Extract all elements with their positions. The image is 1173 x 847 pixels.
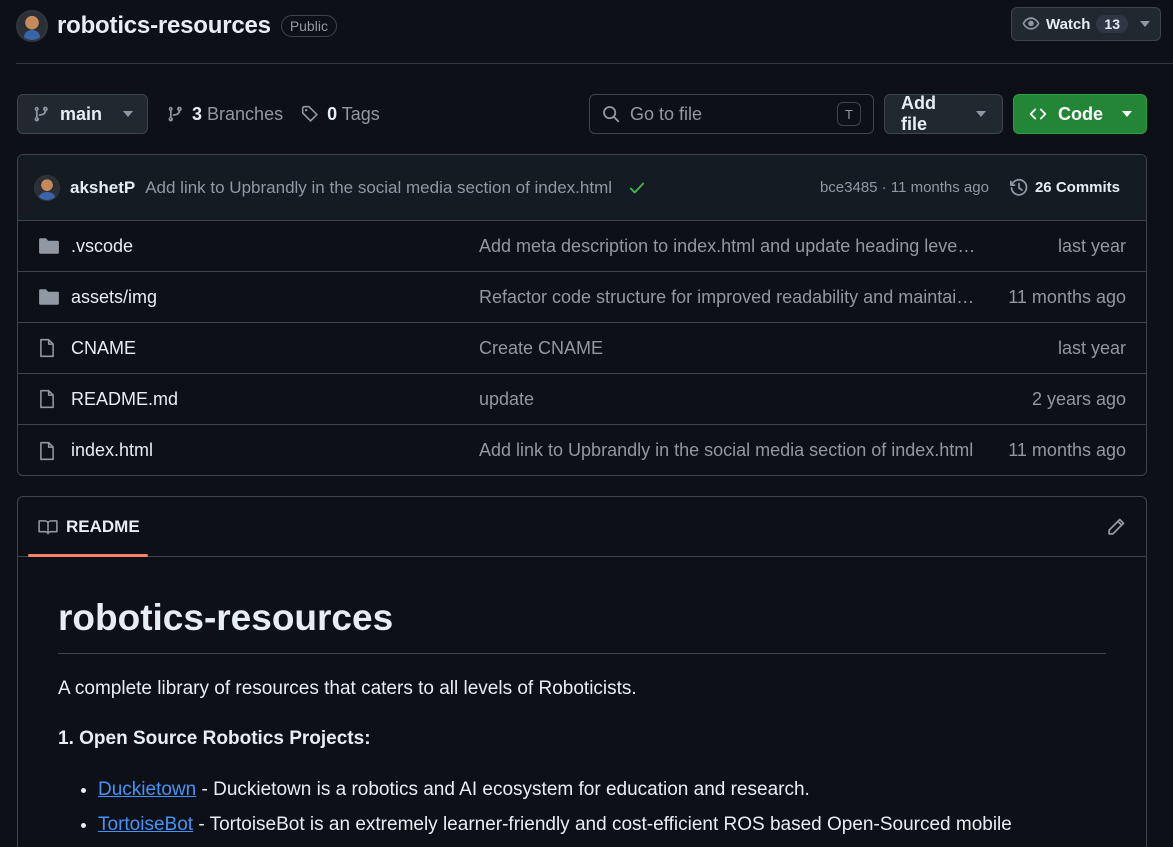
check-icon[interactable] [628, 179, 646, 197]
code-button[interactable]: Code [1013, 94, 1147, 134]
add-file-label: Add file [901, 93, 936, 134]
chevron-down-icon [976, 111, 986, 117]
file-commit-message[interactable]: Add meta description to index.html and u… [479, 236, 979, 257]
file-name[interactable]: README.md [71, 389, 479, 410]
list-item: Duckietown - Duckietown is a robotics an… [98, 778, 1106, 803]
pencil-icon[interactable] [1106, 517, 1126, 537]
owner-avatar[interactable] [16, 10, 48, 42]
tags-link[interactable]: 0 Tags [301, 104, 380, 125]
project-description: - Duckietown is a robotics and AI ecosys… [196, 779, 810, 800]
git-branch-icon [32, 105, 50, 123]
file-date: 11 months ago [1008, 440, 1126, 460]
file-date: last year [1057, 235, 1126, 256]
readme-tab-label: README [66, 516, 140, 536]
project-link[interactable]: TortoiseBot [98, 814, 193, 835]
project-link[interactable]: Duckietown [98, 779, 196, 800]
git-branch-icon [166, 105, 184, 123]
readme-tab[interactable]: README [38, 517, 140, 537]
code-label: Code [1058, 103, 1103, 124]
file-date: last year [1057, 337, 1126, 358]
file-commit-message[interactable]: Create CNAME [479, 338, 979, 359]
file-name[interactable]: .vscode [71, 236, 479, 257]
file-date: 2 years ago [1031, 388, 1126, 409]
branch-name: main [60, 103, 103, 124]
commit-author[interactable]: akshetP [70, 178, 135, 198]
visibility-badge: Public [280, 15, 337, 37]
branches-link[interactable]: 3 Branches [166, 104, 283, 125]
branch-selector[interactable]: main [17, 94, 148, 134]
commits-link[interactable]: 26 Commits [1009, 178, 1120, 198]
readme-intro: A complete library of resources that cat… [58, 678, 637, 699]
commit-sha-time[interactable]: bce3485 · 11 months ago [820, 179, 989, 196]
commits-count: 26 Commits [1034, 179, 1120, 196]
search-placeholder: Go to file [630, 103, 703, 124]
file-commit-message[interactable]: update [479, 389, 979, 410]
history-icon [1009, 178, 1029, 198]
project-description: - TortoiseBot is an extremely learner-fr… [193, 813, 1012, 835]
branches-label: Branches [207, 103, 284, 124]
active-tab-indicator [28, 554, 148, 557]
project-list: Duckietown - Duckietown is a robotics an… [58, 778, 1106, 837]
list-item: TortoiseBot - TortoiseBot is an extremel… [98, 813, 1106, 838]
file-commit-message[interactable]: Add link to Upbrandly in the social medi… [479, 440, 979, 461]
branches-count: 3 [192, 103, 203, 124]
tag-icon [301, 105, 319, 123]
tags-count: 0 [327, 103, 338, 124]
readme-title: robotics-resources [58, 597, 1106, 654]
latest-commit-bar: akshetP Add link to Upbrandly in the soc… [18, 155, 1146, 221]
repo-page: robotics-resources Public Watch 13 main … [0, 0, 1173, 847]
chevron-down-icon [1122, 111, 1132, 117]
watch-label: Watch [1045, 15, 1091, 33]
search-icon [602, 105, 620, 123]
chevron-down-icon [123, 111, 133, 117]
chevron-down-icon [1140, 21, 1150, 27]
readme-panel: README robotics-resources A complete lib… [17, 496, 1147, 847]
file-row[interactable]: .vscode Add meta description to index.ht… [18, 221, 1146, 272]
file-date: 11 months ago [1008, 286, 1126, 307]
file-row[interactable]: CNAME Create CNAME last year [18, 323, 1146, 374]
file-name[interactable]: assets/img [71, 287, 479, 308]
readme-header: README [18, 497, 1146, 557]
file-name[interactable]: index.html [71, 440, 479, 461]
code-icon [1028, 105, 1048, 123]
file-browser: akshetP Add link to Upbrandly in the soc… [17, 154, 1147, 476]
watch-button[interactable]: Watch 13 [1010, 7, 1161, 41]
header-divider [16, 63, 1173, 64]
book-icon [38, 518, 58, 536]
go-to-file-input[interactable]: Go to file T [589, 94, 874, 134]
file-row[interactable]: assets/img Refactor code structure for i… [18, 272, 1146, 323]
file-icon [38, 441, 60, 461]
folder-icon [38, 288, 60, 306]
commit-author-avatar[interactable] [34, 174, 60, 201]
add-file-button[interactable]: Add file [884, 93, 1003, 134]
folder-icon [38, 237, 60, 255]
readme-content: robotics-resources A complete library of… [18, 557, 1146, 837]
file-row[interactable]: README.md update 2 years ago [18, 374, 1146, 425]
repo-name[interactable]: robotics-resources [57, 12, 271, 40]
keyboard-shortcut-hint: T [837, 102, 861, 126]
file-icon [38, 338, 60, 358]
file-name[interactable]: CNAME [71, 338, 479, 359]
commit-message[interactable]: Add link to Upbrandly in the social medi… [145, 178, 612, 198]
file-row[interactable]: index.html Add link to Upbrandly in the … [18, 425, 1146, 475]
readme-section-heading: 1. Open Source Robotics Projects: [58, 728, 371, 749]
repo-toolbar: main 3 Branches 0 Tags Go to file T Add … [17, 93, 1147, 134]
watch-count: 13 [1096, 15, 1128, 33]
file-commit-message[interactable]: Refactor code structure for improved rea… [479, 287, 979, 308]
eye-icon [1022, 15, 1040, 33]
repo-header: robotics-resources Public Watch 13 [16, 6, 1161, 46]
file-icon [38, 389, 60, 409]
tags-label: Tags [341, 103, 380, 124]
